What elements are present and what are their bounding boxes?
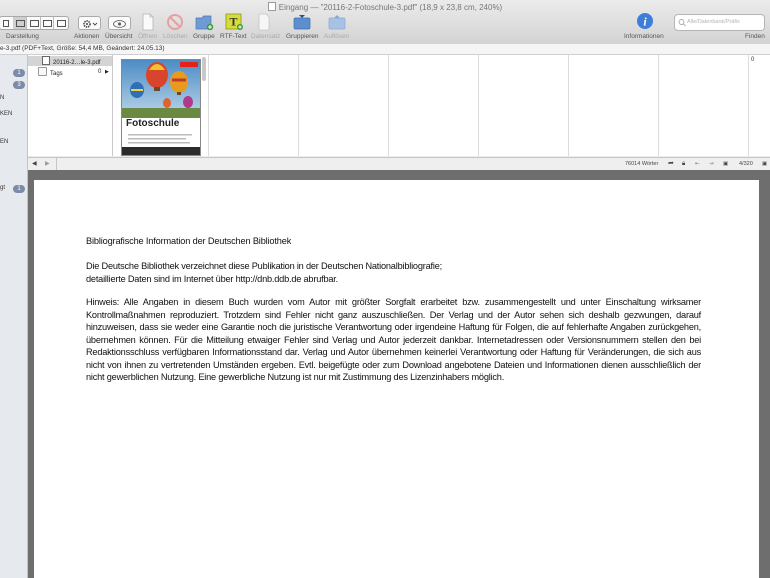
info-icon[interactable]: i	[636, 12, 654, 30]
next-page-icon[interactable]: ⇥	[709, 158, 714, 170]
eye-icon	[113, 20, 126, 28]
back-arrow-icon[interactable]: ◀	[32, 158, 37, 170]
page-divider	[298, 55, 299, 156]
cover-thumbnail[interactable]: Fotoschule	[121, 59, 201, 156]
toolbar: Eingang — "20116-2-Fotoschule-3.pdf" (18…	[0, 0, 770, 45]
tags-label: Tags	[50, 71, 63, 77]
document-info-line: e-3.pdf (PDF+Text, Größe: 54,4 MB, Geänd…	[0, 44, 770, 55]
sidebar: 1 3 N KEN EN gt 1	[0, 55, 28, 578]
overview-label: Übersicht	[105, 33, 133, 40]
dissolve-label: Auflösen	[324, 33, 350, 40]
document-info-text: e-3.pdf (PDF+Text, Größe: 54,4 MB, Geänd…	[0, 45, 165, 52]
document-status-bar: ◀ ▶ 76014 Wörter ➦ 🔒︎ ⇤ ⇥ ▣ 4/320 ▣	[28, 157, 770, 171]
page-divider	[478, 55, 479, 156]
list-item-selected[interactable]: 20116-2…le-3.pdf	[28, 56, 112, 66]
cover-title: Fotoschule	[126, 118, 180, 129]
find-label: Finden	[745, 33, 765, 40]
status-divider	[56, 158, 57, 170]
list-item-label: 20116-2…le-3.pdf	[53, 60, 101, 66]
page-divider	[388, 55, 389, 156]
view-preview-icon[interactable]	[54, 17, 67, 29]
overview-button[interactable]	[108, 16, 131, 30]
sidebar-item-label[interactable]: EN	[0, 139, 8, 145]
pdf-file-icon	[42, 56, 50, 65]
document-proxy-icon	[267, 2, 276, 11]
info-label: Informationen	[624, 33, 664, 40]
folder-plus-icon[interactable]	[194, 13, 214, 31]
page-heading: Bibliografische Information der Deutsche…	[86, 236, 292, 246]
view-list-icon[interactable]	[0, 17, 14, 29]
tags-icon	[38, 67, 47, 76]
page-divider	[658, 55, 659, 156]
page-thumbnail-strip[interactable]: Fotoschule 0	[113, 55, 770, 156]
record-icon[interactable]	[256, 13, 272, 31]
window-title: Eingang — "20116-2-Fotoschule-3.pdf" (18…	[0, 2, 770, 12]
paragraph: Die Deutsche Bibliothek verzeichnet dies…	[86, 261, 442, 284]
strip-count: 0	[751, 57, 755, 63]
sidebar-item-label[interactable]: gt	[0, 185, 5, 191]
sidebar-item-label[interactable]: N	[0, 95, 4, 101]
folder-tray-icon[interactable]	[327, 13, 347, 31]
page-divider	[208, 55, 209, 156]
sidebar-count-badge: 1	[13, 185, 25, 193]
share-icon[interactable]: ➦	[668, 158, 674, 170]
group-label: Gruppe	[193, 33, 215, 40]
disclosure-triangle-icon[interactable]: ▶	[105, 67, 109, 77]
search-placeholder: Alle/Datenbank/Präfix	[687, 19, 740, 25]
view-split-icon[interactable]	[27, 17, 41, 29]
record-label: Datensatz	[251, 33, 281, 40]
sidebar-count-badge: 1	[13, 69, 25, 77]
darstellung-label: Darstellung	[6, 33, 39, 40]
view-split-horizontal-icon[interactable]	[40, 17, 54, 29]
gear-icon	[83, 20, 98, 28]
sidebar-count-badge: 3	[13, 81, 25, 89]
page-divider	[748, 55, 749, 156]
end-icon[interactable]: ▣	[762, 158, 767, 170]
paragraph: Hinweis: Alle Angaben in diesem Buch wur…	[86, 297, 701, 382]
lock-icon[interactable]: 🔒︎	[682, 158, 685, 170]
actions-button[interactable]	[78, 16, 101, 30]
word-count: 76014 Wörter	[625, 161, 659, 167]
rtf-label: RTF-Text	[220, 33, 247, 40]
thumbnail-scrollbar[interactable]	[202, 57, 206, 81]
pdf-viewer[interactable]: Bibliografische Information der Deutsche…	[28, 170, 770, 578]
rtf-text-icon[interactable]: T	[224, 12, 244, 31]
actions-label: Aktionen	[74, 33, 100, 40]
previous-page-icon[interactable]: ⇤	[695, 158, 700, 170]
document-list: 20116-2…le-3.pdf Tags 0 ▶	[28, 55, 113, 156]
sidebar-item-label[interactable]: KEN	[0, 111, 12, 117]
page-divider	[568, 55, 569, 156]
forward-arrow-icon[interactable]: ▶	[45, 158, 50, 170]
cover-image	[122, 60, 200, 155]
search-input[interactable]: Alle/Datenbank/Präfix	[674, 14, 765, 31]
view-mode-control[interactable]	[0, 16, 69, 30]
folder-tray-icon[interactable]	[292, 13, 312, 31]
grouping-label: Gruppieren	[286, 33, 319, 40]
list-item-tags[interactable]: Tags 0 ▶	[28, 67, 112, 77]
magnifier-icon	[678, 19, 686, 27]
view-columns-icon[interactable]	[13, 17, 27, 29]
svg-text:T: T	[229, 15, 237, 29]
pdf-page[interactable]: Bibliografische Information der Deutsche…	[34, 180, 759, 578]
no-entry-icon[interactable]	[166, 13, 184, 31]
document-icon[interactable]	[140, 13, 156, 31]
page-indicator: 4/320	[739, 161, 753, 167]
delete-label: Löschen	[163, 33, 188, 40]
tags-count: 0	[98, 69, 102, 75]
open-label: Öffnen	[138, 33, 158, 40]
save-icon[interactable]: ▣	[723, 158, 728, 170]
